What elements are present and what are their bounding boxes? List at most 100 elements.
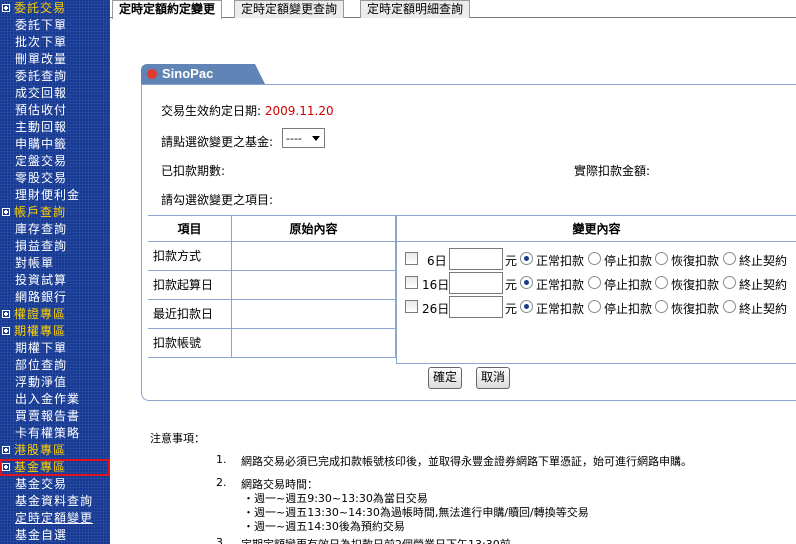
sidebar-category[interactable]: 港股專區 (0, 442, 110, 459)
sidebar-category[interactable]: 期權專區 (0, 323, 110, 340)
sidebar-item[interactable]: 定時定額變更 (0, 510, 110, 527)
radio-resume[interactable] (655, 252, 668, 265)
tab-detail-query[interactable]: 定時定額明細查詢 (360, 0, 471, 18)
expand-plus-icon (2, 446, 10, 454)
expand-plus-icon (2, 4, 10, 12)
sidebar-category[interactable]: 委託交易 (0, 0, 110, 17)
radio-normal[interactable] (520, 300, 533, 313)
radio-resume[interactable] (655, 300, 668, 313)
sidebar-item[interactable]: 基金自選 (0, 527, 110, 544)
sidebar-item[interactable]: 委託下單 (0, 17, 110, 34)
amount-input[interactable] (449, 296, 503, 318)
sidebar-item[interactable]: 理財便利金 (0, 187, 110, 204)
radio-terminate[interactable] (723, 252, 736, 265)
sidebar-item-label: 買賣報告書 (15, 409, 81, 423)
radio-resume-label: 恢復扣款 (671, 278, 720, 292)
sidebar-item[interactable]: 委託查詢 (0, 68, 110, 85)
sidebar-item-label: 投資試算 (15, 273, 68, 287)
sidebar-item-label: 委託下單 (15, 18, 68, 32)
radio-terminate-label: 終止契約 (739, 302, 788, 316)
sidebar-item[interactable]: 期權下單 (0, 340, 110, 357)
tab-change-query[interactable]: 定時定額變更查詢 (234, 0, 345, 18)
fund-select-value: ---- (286, 132, 302, 145)
radio-resume[interactable] (655, 276, 668, 289)
sidebar-item[interactable]: 投資試算 (0, 272, 110, 289)
fund-select[interactable]: ---- (282, 128, 325, 148)
chevron-down-icon (312, 136, 320, 141)
note-item-1: 網路交易必須已完成扣款帳號核印後，並取得永豐金證券網路下單憑証，始可進行網路申購… (241, 455, 692, 468)
sidebar-item[interactable]: 浮動淨值 (0, 374, 110, 391)
fund-select-label: 請點選欲變更之基金: (161, 135, 274, 149)
item-select-label: 請勾選欲變更之項目: (161, 193, 274, 207)
radio-stop-label: 停止扣款 (604, 254, 653, 268)
header-original: 原始內容 (232, 216, 396, 242)
change-form-panel: 交易生效約定日期: 2009.11.20 請點選欲變更之基金: ---- 已扣款… (141, 84, 796, 401)
confirm-button[interactable]: 確定 (428, 367, 463, 389)
sidebar-item[interactable]: 出入金作業 (0, 391, 110, 408)
radio-stop[interactable] (588, 276, 601, 289)
day-checkbox[interactable] (405, 252, 418, 265)
header-change: 變更內容 (396, 216, 796, 242)
day-label: 6日 (427, 254, 447, 268)
sidebar-item[interactable]: 買賣報告書 (0, 408, 110, 425)
radio-normal-label: 正常扣款 (536, 278, 585, 292)
sidebar-item-label: 對帳單 (15, 256, 55, 270)
sidebar-item-label: 基金自選 (15, 528, 68, 542)
sidebar-item[interactable]: 零股交易 (0, 170, 110, 187)
sidebar-item[interactable]: 主動回報 (0, 119, 110, 136)
sidebar-item-label: 帳戶查詢 (14, 205, 67, 219)
sidebar-item[interactable]: 定盤交易 (0, 153, 110, 170)
sidebar-item[interactable]: 批次下單 (0, 34, 110, 51)
sidebar-item-label: 刪單改量 (15, 52, 68, 66)
sidebar-item[interactable]: 損益查詢 (0, 238, 110, 255)
unit-label: 元 (505, 278, 518, 292)
brand-name: SinoPac (162, 66, 214, 81)
orig-cell (232, 242, 396, 271)
radio-terminate-label: 終止契約 (739, 278, 788, 292)
sidebar-item-label: 委託交易 (14, 1, 67, 15)
brand-tab: SinoPac (141, 64, 265, 84)
radio-stop[interactable] (588, 252, 601, 265)
sidebar-item-label: 庫存查詢 (15, 222, 68, 236)
effective-date-row: 交易生效約定日期: 2009.11.20 (161, 102, 334, 119)
radio-normal-label: 正常扣款 (536, 254, 585, 268)
tab-bar: 定時定額約定變更 定時定額變更查詢 定時定額明細查詢 (110, 0, 796, 19)
note-item-3: 定期定額變更有效日為扣款日前2個營業日下午13:30前。 (241, 536, 522, 544)
sidebar-item[interactable]: 網路銀行 (0, 289, 110, 306)
sidebar-item[interactable]: 基金資料查詢 (0, 493, 110, 510)
sidebar-item-label: 基金專區 (14, 460, 67, 474)
day-checkbox[interactable] (405, 276, 418, 289)
sidebar-item-label: 委託查詢 (15, 69, 68, 83)
tab-periodic-change[interactable]: 定時定額約定變更 (112, 0, 223, 19)
day-label: 16日 (422, 278, 450, 292)
sidebar-category[interactable]: 帳戶查詢 (0, 204, 110, 221)
sidebar-item-label: 批次下單 (15, 35, 68, 49)
sidebar-item[interactable]: 對帳單 (0, 255, 110, 272)
day-checkbox[interactable] (405, 300, 418, 313)
sidebar-item[interactable]: 刪單改量 (0, 51, 110, 68)
sidebar-item-label: 主動回報 (15, 120, 68, 134)
sidebar-item[interactable]: 基金交易 (0, 476, 110, 493)
sidebar-item[interactable]: 部位查詢 (0, 357, 110, 374)
radio-normal[interactable] (520, 252, 533, 265)
radio-resume-label: 恢復扣款 (671, 302, 720, 316)
effective-date-value: 2009.11.20 (264, 104, 334, 118)
sidebar-item-label: 基金資料查詢 (15, 494, 94, 508)
sidebar-category[interactable]: 權證專區 (0, 306, 110, 323)
radio-terminate[interactable] (723, 300, 736, 313)
sidebar-item[interactable]: 庫存查詢 (0, 221, 110, 238)
sidebar-item[interactable]: 申購中籤 (0, 136, 110, 153)
sidebar-item-label: 期權下單 (15, 341, 68, 355)
amount-input[interactable] (449, 248, 503, 270)
radio-normal[interactable] (520, 276, 533, 289)
header-item: 項目 (148, 216, 232, 242)
sidebar-item[interactable]: 卡有權策略 (0, 425, 110, 442)
sidebar-category[interactable]: 基金專區 (0, 459, 110, 476)
amount-input[interactable] (449, 272, 503, 294)
radio-terminate[interactable] (723, 276, 736, 289)
sidebar-item[interactable]: 成交回報 (0, 85, 110, 102)
sidebar-item-label: 預估收付 (15, 103, 68, 117)
sidebar-item[interactable]: 預估收付 (0, 102, 110, 119)
cancel-button[interactable]: 取消 (476, 367, 511, 389)
radio-stop[interactable] (588, 300, 601, 313)
